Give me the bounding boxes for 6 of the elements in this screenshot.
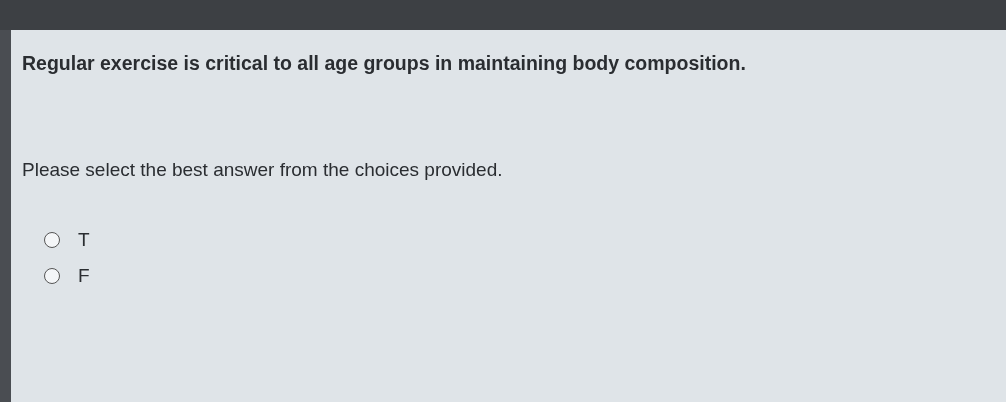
- radio-button[interactable]: [44, 232, 60, 248]
- choice-label[interactable]: F: [78, 265, 90, 287]
- radio-button[interactable]: [44, 268, 60, 284]
- question-text: Regular exercise is critical to all age groups in maintaining body composition.: [22, 52, 747, 75]
- instruction-text: Please select the best answer from the choices provided.: [22, 159, 504, 181]
- choice-label[interactable]: T: [78, 229, 90, 251]
